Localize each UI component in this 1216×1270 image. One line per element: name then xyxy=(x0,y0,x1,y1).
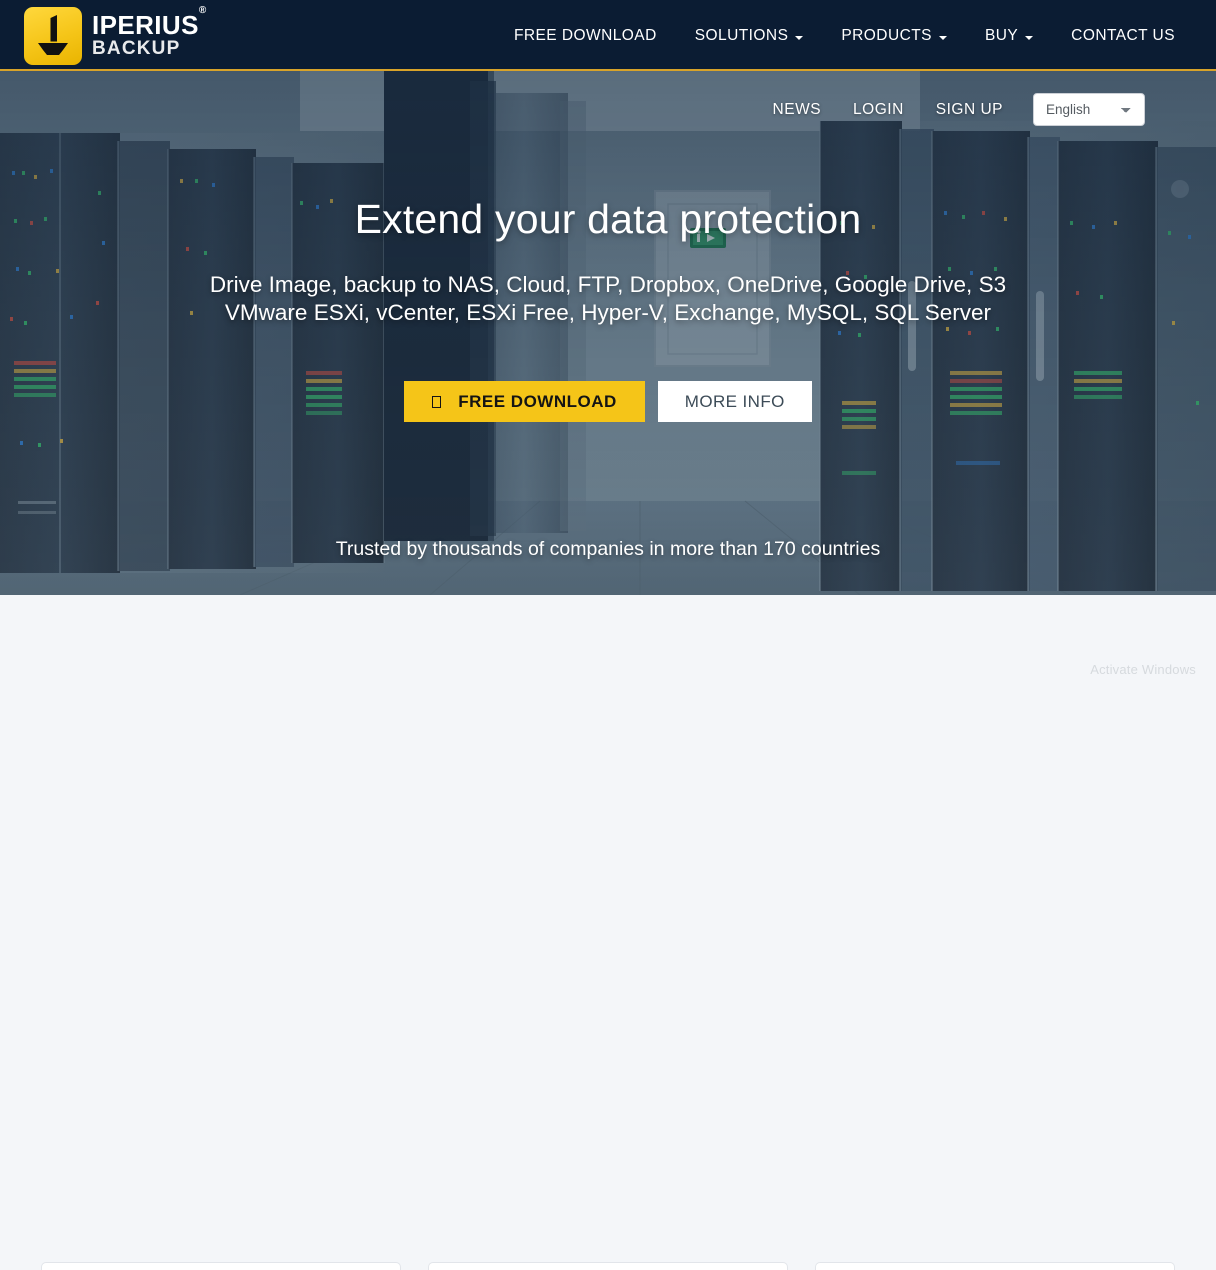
topnav-item-sign-up[interactable]: SIGN UP xyxy=(920,101,1019,119)
nav-label: CONTACT US xyxy=(1071,27,1175,44)
hero-content: NEWS LOGIN SIGN UP English Extend your d… xyxy=(0,71,1216,595)
hero-section: NEWS LOGIN SIGN UP English Extend your d… xyxy=(0,71,1216,595)
free-download-button-label: FREE DOWNLOAD xyxy=(458,391,617,411)
feature-card[interactable] xyxy=(815,1262,1175,1270)
chevron-down-icon xyxy=(1025,35,1034,40)
features-section: Activate Windows xyxy=(0,595,1216,1270)
nav-label: PRODUCTS xyxy=(841,27,932,44)
language-select[interactable]: English xyxy=(1033,93,1145,126)
logo-registered-mark: ® xyxy=(198,5,207,17)
nav-label: BUY xyxy=(984,27,1019,44)
chevron-down-icon xyxy=(938,35,947,40)
logo-mark xyxy=(24,7,82,65)
site-header: IPERIUS® BACKUP FREE DOWNLOAD SOLUTIONS … xyxy=(0,0,1216,71)
main-navigation: FREE DOWNLOAD SOLUTIONS PRODUCTS BUY CON… xyxy=(495,0,1194,71)
nav-item-buy[interactable]: BUY xyxy=(966,0,1052,71)
hero-subtitle-line-2: VMware ESXi, vCenter, ESXi Free, Hyper-V… xyxy=(224,300,992,325)
hero-cta-group: FREE DOWNLOAD MORE INFO xyxy=(0,381,1216,422)
hero-trust-text: Trusted by thousands of companies in mor… xyxy=(335,538,881,560)
topnav-item-news[interactable]: NEWS xyxy=(757,101,838,119)
logo-name: IPERIUS® xyxy=(92,5,207,40)
free-download-button[interactable]: FREE DOWNLOAD xyxy=(404,381,645,422)
logo-subname: BACKUP xyxy=(92,38,181,59)
feature-card[interactable] xyxy=(428,1262,788,1270)
feature-card[interactable] xyxy=(41,1262,401,1270)
nav-item-free-download[interactable]: FREE DOWNLOAD xyxy=(495,0,676,71)
more-info-button[interactable]: MORE INFO xyxy=(657,381,812,422)
nav-label: FREE DOWNLOAD xyxy=(513,27,657,44)
nav-item-products[interactable]: PRODUCTS xyxy=(822,0,966,71)
hero-title: Extend your data protection xyxy=(354,196,862,242)
nav-item-solutions[interactable]: SOLUTIONS xyxy=(676,0,823,71)
more-info-button-label: MORE INFO xyxy=(684,391,785,411)
nav-label: SOLUTIONS xyxy=(694,27,789,44)
nav-item-contact-us[interactable]: CONTACT US xyxy=(1052,0,1194,71)
topnav-item-login[interactable]: LOGIN xyxy=(837,101,920,119)
hero-subtitle-line-1: Drive Image, backup to NAS, Cloud, FTP, … xyxy=(209,272,1007,297)
feature-card-row xyxy=(0,1262,1216,1270)
chevron-down-icon xyxy=(795,35,804,40)
download-anchor-icon xyxy=(38,15,68,55)
logo-wordmark: IPERIUS® BACKUP xyxy=(92,5,207,60)
download-icon xyxy=(432,395,442,408)
brand-logo[interactable]: IPERIUS® BACKUP xyxy=(24,5,207,65)
hero-top-navigation: NEWS LOGIN SIGN UP English xyxy=(757,93,1145,126)
hero-subtitle: Drive Image, backup to NAS, Cloud, FTP, … xyxy=(0,271,1216,327)
